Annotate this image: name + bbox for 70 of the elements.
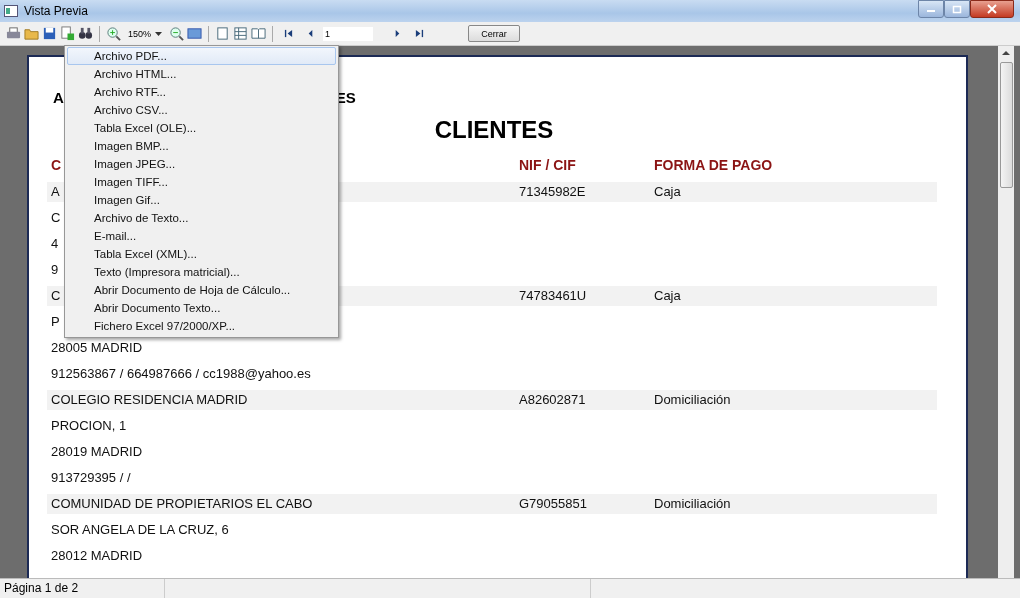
menu-item[interactable]: Abrir Documento Texto... — [67, 299, 336, 317]
last-page-icon[interactable] — [415, 29, 425, 38]
client-detail: C — [51, 210, 61, 225]
window-title: Vista Previa — [24, 4, 88, 18]
report-title: CLIENTES — [434, 116, 554, 143]
client-detail: 4 — [51, 236, 59, 251]
menu-item[interactable]: Imagen BMP... — [67, 137, 336, 155]
menu-item[interactable]: Imagen JPEG... — [67, 155, 336, 173]
client-detail: 9 — [51, 262, 59, 277]
tax-id: 71345982E — [519, 183, 586, 201]
page-field[interactable]: 1 — [323, 26, 374, 41]
multi-page-icon[interactable] — [233, 26, 249, 41]
menu-item[interactable]: Tabla Excel (OLE)... — [67, 119, 336, 137]
menu-item[interactable]: Imagen Gif... — [67, 191, 336, 209]
menu-item[interactable]: Archivo RTF... — [67, 83, 336, 101]
minimize-button[interactable] — [918, 0, 944, 18]
zoom-out-icon[interactable] — [169, 26, 185, 41]
close-preview-button[interactable]: Cerrar — [468, 25, 521, 42]
client-detail: 28012 MADRID — [51, 548, 143, 563]
tax-id: A82602871 — [519, 391, 586, 409]
close-icon — [986, 4, 998, 14]
client-name: COMUNIDAD DE PROPIETARIOS EL CABO — [51, 495, 313, 513]
menu-item[interactable]: E-mail... — [67, 227, 336, 245]
column-header: NIF / CIF — [519, 156, 576, 174]
client-name: C — [51, 287, 61, 305]
zoom-in-icon[interactable] — [106, 26, 121, 41]
client-detail: 28005 MADRID — [51, 340, 143, 355]
menu-item[interactable]: Abrir Documento de Hoja de Cálculo... — [67, 281, 336, 299]
save-icon[interactable] — [42, 26, 57, 41]
app-icon — [4, 5, 18, 17]
client-detail: SOR ANGELA DE LA CRUZ, 6 — [51, 522, 229, 537]
zoom-dropdown[interactable]: 150% — [124, 28, 167, 39]
payment-method: Caja — [654, 183, 681, 201]
menu-item[interactable]: Tabla Excel (XML)... — [67, 245, 336, 263]
single-page-icon[interactable] — [215, 26, 231, 41]
client-detail: P — [51, 314, 60, 329]
payment-method: Domiciliación — [654, 391, 731, 409]
client-name: A — [51, 183, 60, 201]
report-heading: A — [53, 88, 64, 108]
column-header: C — [51, 156, 62, 174]
menu-item[interactable]: Archivo de Texto... — [67, 209, 336, 227]
client-detail: 912563867 / 664987666 / cc1988@yahoo.es — [51, 366, 311, 381]
scrollbar[interactable] — [998, 46, 1014, 578]
maximize-icon — [952, 4, 962, 14]
client-detail: 28019 MADRID — [51, 444, 143, 459]
menu-item[interactable]: Imagen TIFF... — [67, 173, 336, 191]
scrollbar-thumb[interactable] — [999, 62, 1013, 188]
client-name: COLEGIO RESIDENCIA MADRID — [51, 391, 248, 409]
client-detail: 913729395 / / — [51, 470, 131, 485]
menu-item[interactable]: Archivo PDF... — [67, 47, 336, 65]
payment-method: Domiciliación — [654, 495, 731, 513]
caret-icon — [155, 31, 163, 36]
tax-id: G79055851 — [519, 495, 587, 513]
menu-item[interactable]: Fichero Excel 97/2000/XP... — [67, 317, 336, 335]
book-icon[interactable] — [251, 26, 267, 41]
menu-item[interactable]: Texto (Impresora matricial)... — [67, 263, 336, 281]
tax-id: 74783461U — [519, 287, 587, 305]
client-detail: PROCION, 1 — [51, 418, 127, 433]
maximize-button[interactable] — [944, 0, 970, 18]
column-header: FORMA DE PAGO — [654, 156, 773, 174]
menu-item[interactable]: Archivo CSV... — [67, 101, 336, 119]
fit-page-icon[interactable] — [187, 26, 203, 41]
printer-icon[interactable] — [6, 26, 21, 41]
payment-method: Caja — [654, 287, 681, 305]
page-indicator: Página 1 de 2 — [0, 579, 165, 598]
close-button[interactable] — [970, 0, 1014, 18]
folder-icon[interactable] — [24, 26, 39, 41]
menu-item[interactable]: Archivo HTML... — [67, 65, 336, 83]
first-page-icon[interactable] — [284, 29, 294, 38]
binoculars-icon[interactable] — [78, 26, 93, 41]
